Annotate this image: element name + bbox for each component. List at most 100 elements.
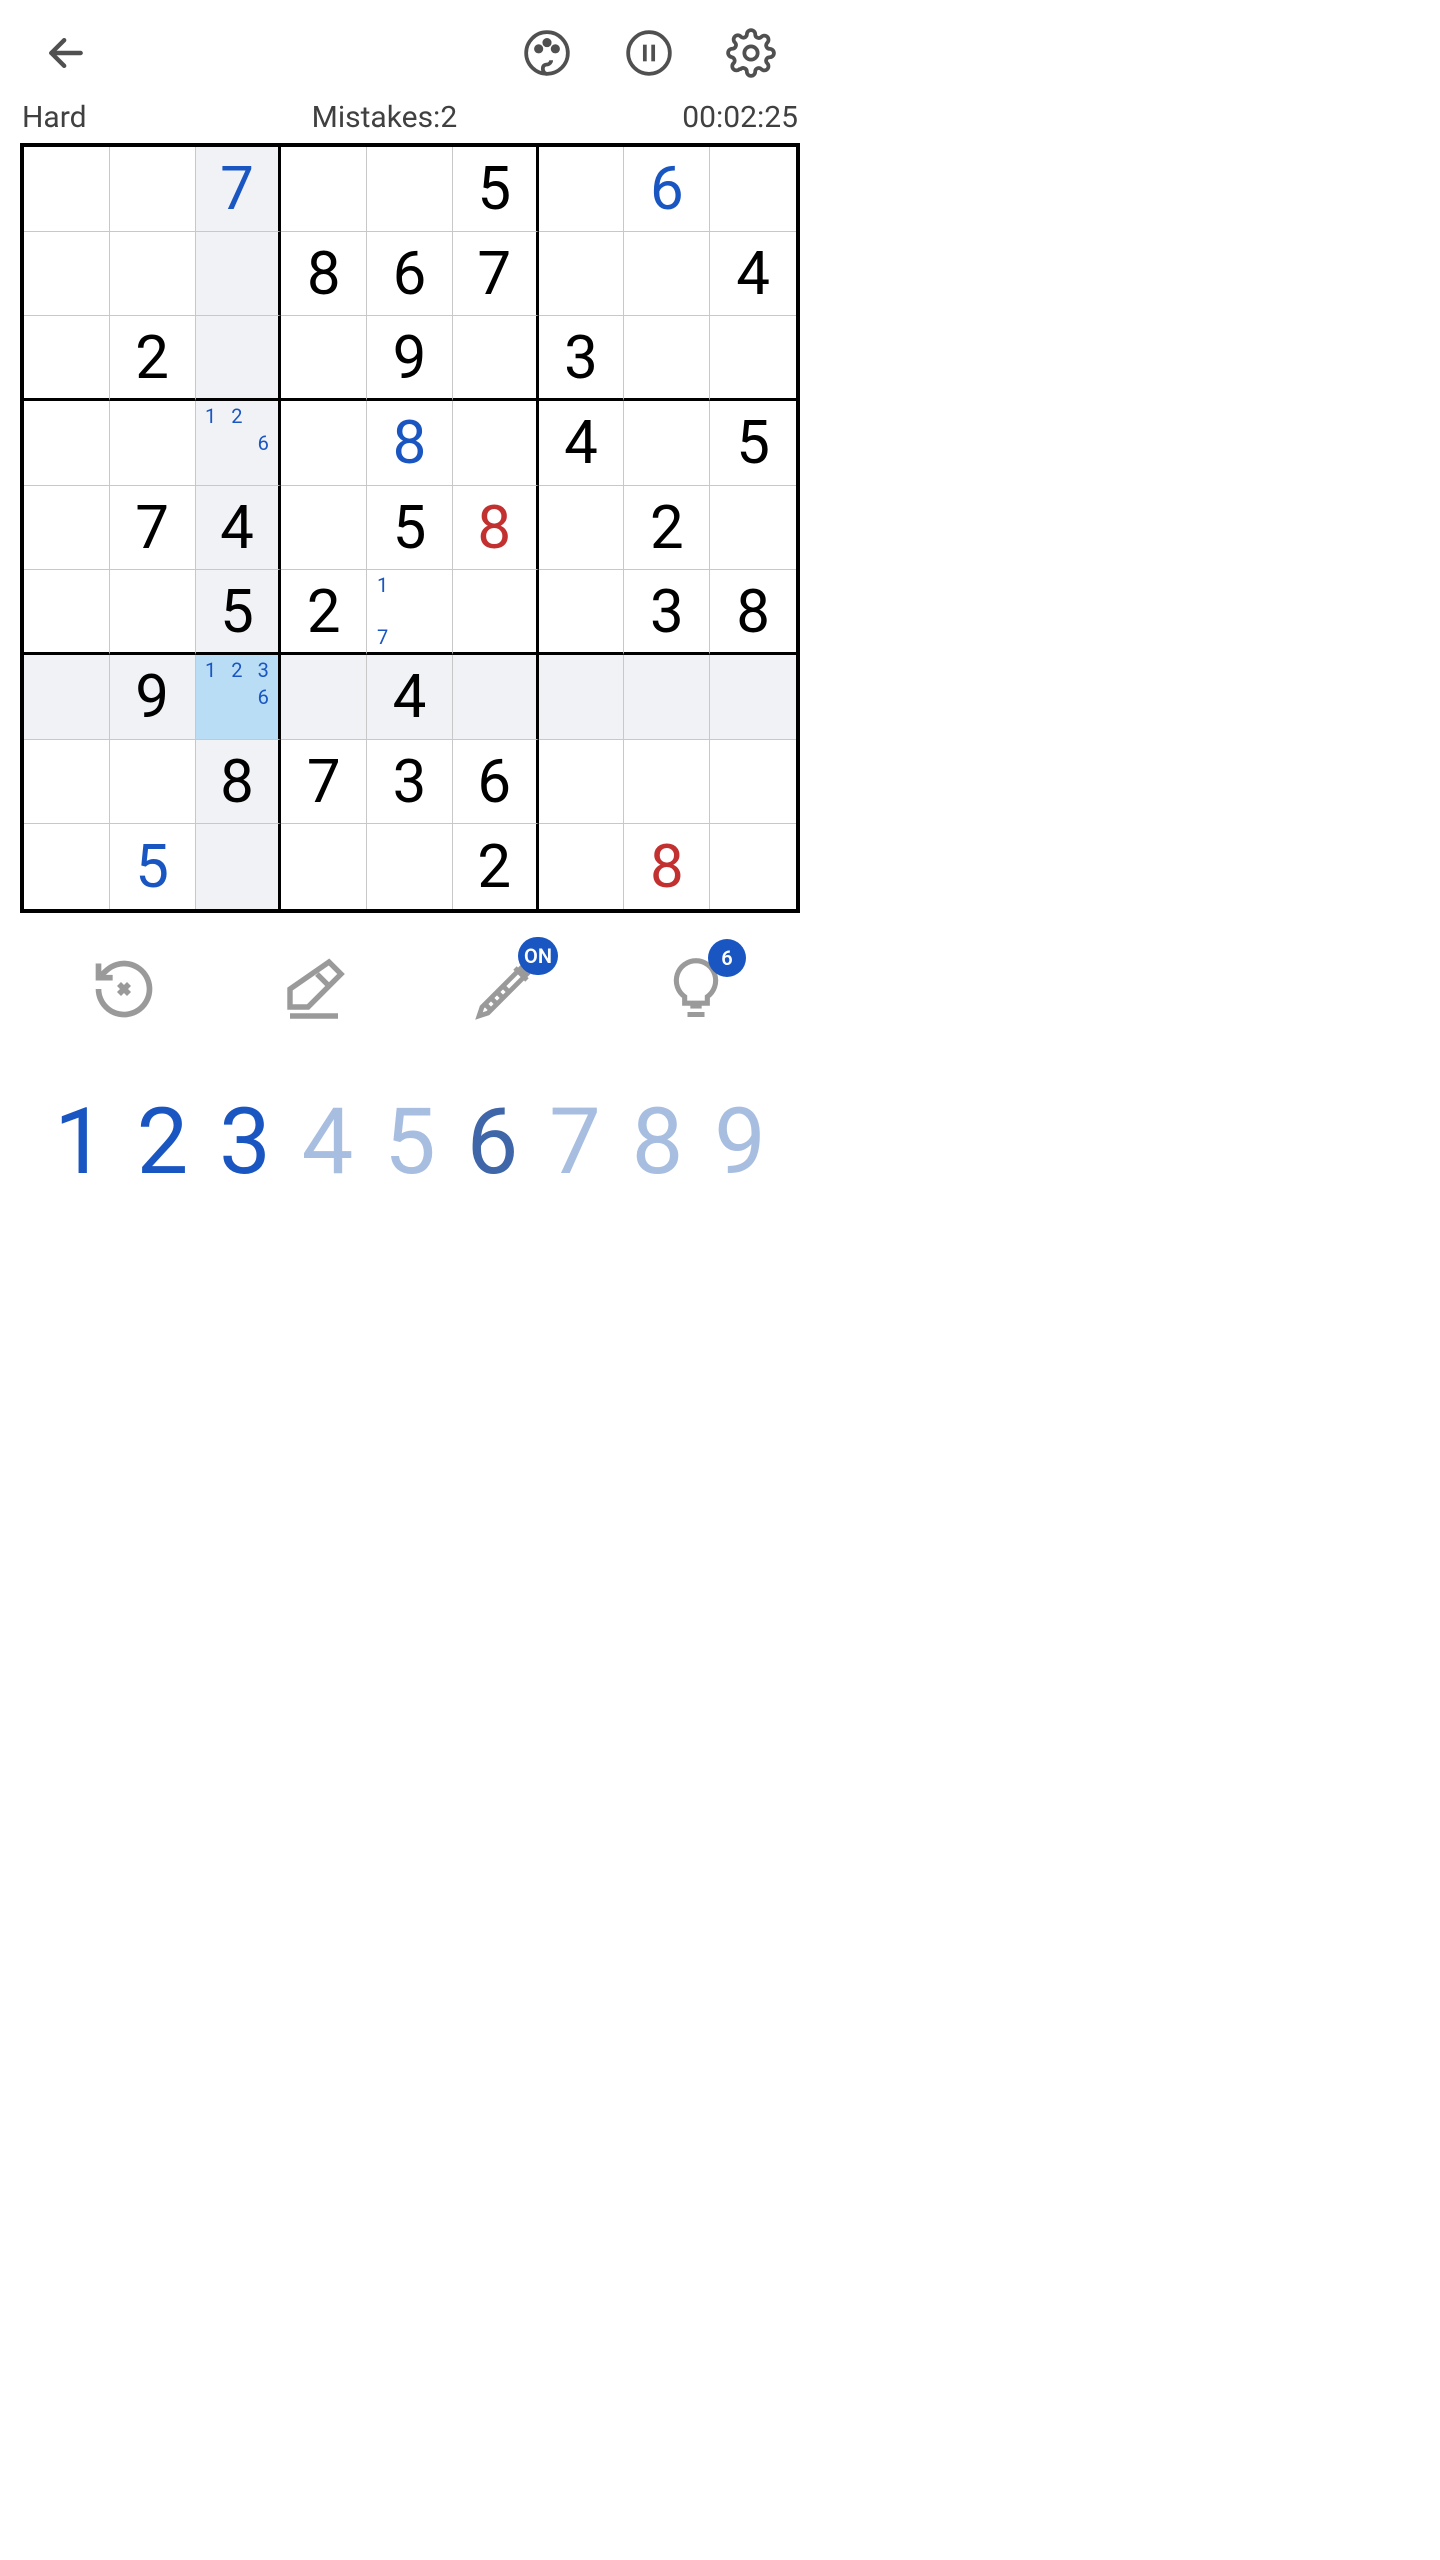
sudoku-cell[interactable] xyxy=(281,824,367,909)
sudoku-cell[interactable] xyxy=(24,232,110,317)
sudoku-cell[interactable] xyxy=(196,232,282,317)
sudoku-cell[interactable]: 4 xyxy=(539,401,625,486)
sudoku-cell[interactable]: 4 xyxy=(367,655,453,740)
sudoku-cell[interactable]: 8 xyxy=(196,740,282,825)
sudoku-cell[interactable]: 3 xyxy=(624,570,710,655)
sudoku-cell[interactable] xyxy=(110,147,196,232)
theme-button[interactable] xyxy=(522,28,572,82)
sudoku-cell[interactable]: 5 xyxy=(196,570,282,655)
sudoku-cell[interactable] xyxy=(281,401,367,486)
sudoku-cell[interactable] xyxy=(24,740,110,825)
sudoku-cell[interactable] xyxy=(24,570,110,655)
cell-value: 8 xyxy=(650,831,684,902)
sudoku-cell[interactable] xyxy=(281,486,367,571)
sudoku-cell[interactable] xyxy=(196,316,282,401)
sudoku-cell[interactable] xyxy=(624,316,710,401)
sudoku-cell[interactable] xyxy=(624,401,710,486)
sudoku-cell[interactable] xyxy=(710,655,796,740)
sudoku-cell[interactable]: 9 xyxy=(367,316,453,401)
sudoku-cell[interactable] xyxy=(110,740,196,825)
sudoku-cell[interactable]: 8 xyxy=(453,486,539,571)
sudoku-cell[interactable] xyxy=(281,655,367,740)
sudoku-cell[interactable] xyxy=(24,316,110,401)
sudoku-cell[interactable] xyxy=(624,655,710,740)
sudoku-cell[interactable] xyxy=(453,401,539,486)
sudoku-cell[interactable] xyxy=(367,147,453,232)
sudoku-cell[interactable] xyxy=(710,824,796,909)
sudoku-cell[interactable] xyxy=(624,740,710,825)
numkey-1[interactable]: 1 xyxy=(40,1089,120,1196)
erase-button[interactable] xyxy=(278,953,350,1029)
sudoku-cell[interactable]: 8 xyxy=(624,824,710,909)
sudoku-cell[interactable] xyxy=(453,655,539,740)
sudoku-cell[interactable] xyxy=(624,232,710,317)
sudoku-cell[interactable]: 5 xyxy=(453,147,539,232)
sudoku-cell[interactable]: 6 xyxy=(453,740,539,825)
settings-button[interactable] xyxy=(726,28,776,82)
sudoku-cell[interactable]: 2 xyxy=(624,486,710,571)
numkey-3[interactable]: 3 xyxy=(205,1089,285,1196)
sudoku-cell[interactable]: 5 xyxy=(710,401,796,486)
pencil-button[interactable]: ON xyxy=(470,953,542,1029)
sudoku-cell[interactable]: 7 xyxy=(453,232,539,317)
cell-value: 2 xyxy=(307,576,341,647)
sudoku-cell[interactable] xyxy=(24,824,110,909)
numkey-7[interactable]: 7 xyxy=(535,1089,615,1196)
numkey-6[interactable]: 6 xyxy=(453,1089,533,1196)
sudoku-cell[interactable]: 5 xyxy=(367,486,453,571)
sudoku-cell[interactable]: 3 xyxy=(367,740,453,825)
sudoku-cell[interactable] xyxy=(539,655,625,740)
pause-button[interactable] xyxy=(624,28,674,82)
sudoku-cell[interactable] xyxy=(453,570,539,655)
sudoku-cell[interactable] xyxy=(110,401,196,486)
sudoku-cell[interactable] xyxy=(710,486,796,571)
numkey-9[interactable]: 9 xyxy=(700,1089,780,1196)
sudoku-cell[interactable]: 4 xyxy=(196,486,282,571)
numkey-5[interactable]: 5 xyxy=(370,1089,450,1196)
sudoku-cell[interactable] xyxy=(453,316,539,401)
sudoku-cell[interactable]: 4 xyxy=(710,232,796,317)
sudoku-cell[interactable]: 8 xyxy=(367,401,453,486)
sudoku-cell[interactable] xyxy=(196,824,282,909)
sudoku-cell[interactable] xyxy=(710,147,796,232)
undo-button[interactable] xyxy=(90,955,158,1027)
sudoku-cell[interactable]: 8 xyxy=(281,232,367,317)
sudoku-cell[interactable]: 17 xyxy=(367,570,453,655)
sudoku-cell[interactable]: 5 xyxy=(110,824,196,909)
sudoku-cell[interactable]: 9 xyxy=(110,655,196,740)
sudoku-cell[interactable]: 6 xyxy=(367,232,453,317)
hint-button[interactable]: 6 xyxy=(662,955,730,1027)
sudoku-cell[interactable]: 126 xyxy=(196,401,282,486)
sudoku-cell[interactable] xyxy=(367,824,453,909)
sudoku-cell[interactable]: 7 xyxy=(110,486,196,571)
sudoku-cell[interactable]: 7 xyxy=(196,147,282,232)
sudoku-cell[interactable] xyxy=(539,570,625,655)
sudoku-cell[interactable] xyxy=(539,824,625,909)
sudoku-cell[interactable] xyxy=(24,655,110,740)
sudoku-cell[interactable] xyxy=(24,486,110,571)
sudoku-cell[interactable] xyxy=(539,486,625,571)
sudoku-cell[interactable] xyxy=(110,232,196,317)
sudoku-cell[interactable] xyxy=(110,570,196,655)
sudoku-cell[interactable] xyxy=(281,147,367,232)
sudoku-cell[interactable] xyxy=(24,401,110,486)
sudoku-cell[interactable] xyxy=(710,316,796,401)
sudoku-cell[interactable] xyxy=(281,316,367,401)
sudoku-cell[interactable]: 7 xyxy=(281,740,367,825)
sudoku-cell[interactable]: 3 xyxy=(539,316,625,401)
sudoku-cell[interactable]: 2 xyxy=(281,570,367,655)
sudoku-cell[interactable] xyxy=(539,740,625,825)
sudoku-cell[interactable]: 2 xyxy=(453,824,539,909)
sudoku-cell[interactable] xyxy=(539,147,625,232)
back-button[interactable] xyxy=(44,31,88,79)
sudoku-cell[interactable] xyxy=(710,740,796,825)
sudoku-cell[interactable] xyxy=(24,147,110,232)
sudoku-cell[interactable]: 8 xyxy=(710,570,796,655)
sudoku-cell[interactable] xyxy=(539,232,625,317)
sudoku-cell[interactable]: 6 xyxy=(624,147,710,232)
sudoku-cell[interactable]: 1236 xyxy=(196,655,282,740)
sudoku-cell[interactable]: 2 xyxy=(110,316,196,401)
numkey-4[interactable]: 4 xyxy=(288,1089,368,1196)
numkey-8[interactable]: 8 xyxy=(618,1089,698,1196)
numkey-2[interactable]: 2 xyxy=(123,1089,203,1196)
